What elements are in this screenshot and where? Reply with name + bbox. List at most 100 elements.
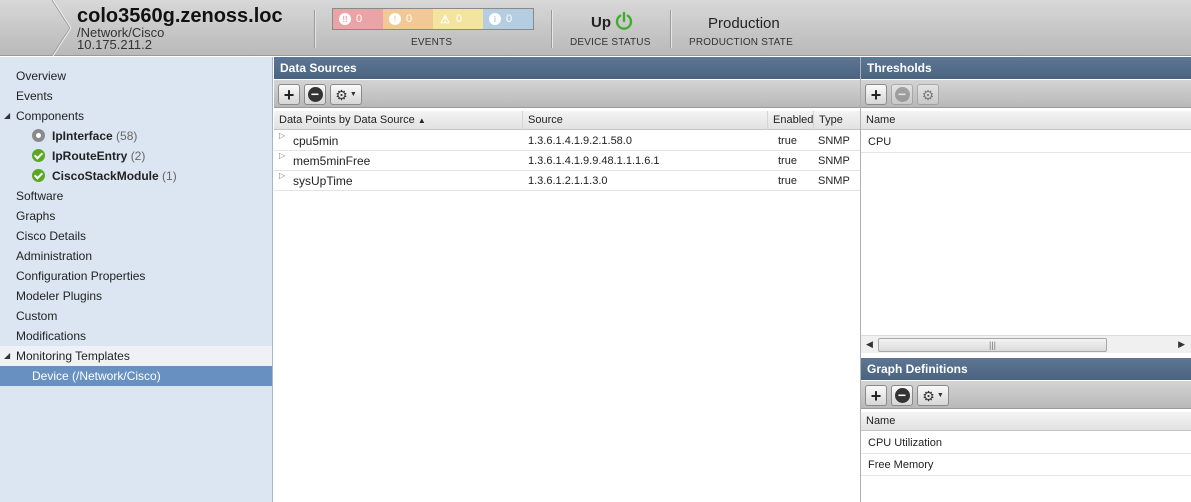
- event-rainbow[interactable]: !! 0 ! 0 ⚠ 0 i 0: [332, 8, 534, 30]
- event-critical[interactable]: !! 0: [333, 9, 383, 29]
- datasource-name: mem5minFree: [293, 154, 371, 168]
- status-ok-icon: [32, 169, 45, 182]
- left-navigation: Overview Events ◢ Components IpInterface…: [0, 57, 273, 502]
- device-status-value: Up: [591, 14, 611, 31]
- graph-actions-button[interactable]: ⚙ ▼: [917, 385, 949, 406]
- collapse-triangle-icon[interactable]: ◢: [4, 106, 10, 126]
- delete-graph-button[interactable]: −: [891, 385, 913, 406]
- column-header-name[interactable]: Name: [861, 412, 1191, 431]
- nav-overview[interactable]: Overview: [0, 66, 272, 86]
- column-header-enabled[interactable]: Enabled: [768, 111, 814, 130]
- nav-configuration-properties[interactable]: Configuration Properties: [0, 266, 272, 286]
- nav-software[interactable]: Software: [0, 186, 272, 206]
- component-name: CiscoStackModule: [52, 169, 159, 183]
- nav-label: Graphs: [16, 209, 56, 223]
- table-row[interactable]: Free Memory: [861, 454, 1191, 476]
- nav-template-device[interactable]: Device (/Network/Cisco): [0, 366, 272, 386]
- nav-events[interactable]: Events: [0, 86, 272, 106]
- thresholds-title: Thresholds: [861, 57, 1191, 79]
- thresholds-grid-header: Name: [861, 111, 1191, 130]
- column-header-source[interactable]: Source: [523, 111, 768, 130]
- datasource-type: SNMP: [818, 135, 850, 147]
- nav-label: Software: [16, 189, 64, 203]
- event-info[interactable]: i 0: [483, 9, 533, 29]
- chevron-down-icon: ▼: [936, 392, 944, 399]
- expand-triangle-icon[interactable]: ▷: [279, 131, 285, 140]
- nav-modeler-plugins[interactable]: Modeler Plugins: [0, 286, 272, 306]
- datasource-source: 1.3.6.1.4.1.9.9.48.1.1.1.6.1: [528, 155, 660, 167]
- datasource-enabled: true: [778, 175, 797, 187]
- error-icon: !: [389, 13, 401, 25]
- chevron-down-icon: ▼: [349, 91, 357, 98]
- datasource-type: SNMP: [818, 155, 850, 167]
- plus-icon: +: [870, 84, 882, 105]
- header-divider: [670, 10, 671, 48]
- event-warning[interactable]: ⚠ 0: [433, 9, 483, 29]
- datasource-source: 1.3.6.1.2.1.1.3.0: [528, 175, 608, 187]
- table-row[interactable]: CPU Utilization: [861, 432, 1191, 454]
- critical-icon: !!: [339, 13, 351, 25]
- threshold-name: CPU: [868, 136, 892, 148]
- column-header-name[interactable]: Name: [861, 111, 1191, 130]
- nav-label: Custom: [16, 309, 58, 323]
- scrollbar-thumb[interactable]: |||: [878, 338, 1107, 352]
- events-label: EVENTS: [411, 37, 453, 48]
- component-count: (58): [116, 129, 138, 143]
- nav-graphs[interactable]: Graphs: [0, 206, 272, 226]
- nav-label: Administration: [16, 249, 93, 263]
- device-ip: 10.175.211.2: [77, 37, 152, 52]
- component-count: (1): [162, 169, 177, 183]
- scroll-left-icon[interactable]: ◀: [866, 339, 873, 350]
- nav-cisco-details[interactable]: Cisco Details: [0, 226, 272, 246]
- scroll-right-icon[interactable]: ▶: [1178, 339, 1185, 350]
- datasource-name: cpu5min: [293, 134, 339, 148]
- add-graph-button[interactable]: +: [865, 385, 887, 406]
- delete-datasource-button[interactable]: −: [304, 84, 326, 105]
- nav-component-ipinterface[interactable]: IpInterface (58): [0, 126, 272, 146]
- delete-threshold-button[interactable]: −: [891, 84, 913, 105]
- graph-definitions-title: Graph Definitions: [861, 358, 1191, 380]
- nav-component-iprouteentry[interactable]: IpRouteEntry (2): [0, 146, 272, 166]
- nav-component-ciscostackmodule[interactable]: CiscoStackModule (1): [0, 166, 272, 186]
- nav-components[interactable]: ◢ Components: [0, 106, 272, 126]
- event-error[interactable]: ! 0: [383, 9, 433, 29]
- device-status-label: DEVICE STATUS: [570, 37, 651, 48]
- minus-icon: −: [894, 388, 910, 403]
- event-info-count: 0: [506, 13, 513, 25]
- column-header-type[interactable]: Type: [814, 111, 860, 130]
- nav-monitoring-templates[interactable]: ◢ Monitoring Templates: [0, 346, 272, 366]
- nav-label: Modifications: [16, 329, 87, 343]
- status-ok-icon: [32, 149, 45, 162]
- datasource-enabled: true: [778, 155, 797, 167]
- component-name: IpRouteEntry: [52, 149, 128, 163]
- add-threshold-button[interactable]: +: [865, 84, 887, 105]
- thresholds-horizontal-scrollbar[interactable]: ◀ ||| ▶: [861, 335, 1191, 353]
- table-row[interactable]: CPU: [861, 131, 1191, 153]
- datasource-actions-button[interactable]: ⚙ ▼: [330, 84, 362, 105]
- plus-icon: +: [283, 84, 295, 105]
- collapse-triangle-icon[interactable]: ◢: [4, 346, 10, 366]
- header-divider: [314, 10, 315, 48]
- nav-label: Device (/Network/Cisco): [32, 369, 161, 383]
- threshold-settings-button[interactable]: ⚙: [917, 84, 939, 105]
- nav-custom[interactable]: Custom: [0, 306, 272, 326]
- nav-label: Components: [16, 109, 85, 123]
- column-header-datapoints[interactable]: Data Points by Data Source ▲: [274, 111, 523, 130]
- nav-label: Cisco Details: [16, 229, 87, 243]
- table-row[interactable]: ▷ mem5minFree 1.3.6.1.4.1.9.9.48.1.1.1.6…: [274, 151, 860, 171]
- nav-administration[interactable]: Administration: [0, 246, 272, 266]
- table-row[interactable]: ▷ sysUpTime 1.3.6.1.2.1.1.3.0 true SNMP: [274, 171, 860, 191]
- device-name: colo3560g.zenoss.loc: [77, 5, 283, 27]
- expand-triangle-icon[interactable]: ▷: [279, 171, 285, 180]
- production-state-value[interactable]: Production: [708, 15, 780, 32]
- table-row[interactable]: ▷ cpu5min 1.3.6.1.4.1.9.2.1.58.0 true SN…: [274, 131, 860, 151]
- datasources-grid-header: Data Points by Data Source ▲ Source Enab…: [274, 111, 860, 130]
- expand-triangle-icon[interactable]: ▷: [279, 151, 285, 160]
- nav-modifications[interactable]: Modifications: [0, 326, 272, 346]
- gear-icon: ⚙: [335, 86, 348, 103]
- status-unknown-icon: [32, 129, 45, 142]
- nav-label: Overview: [16, 69, 67, 83]
- add-datasource-button[interactable]: +: [278, 84, 300, 105]
- warning-icon: ⚠: [440, 13, 450, 26]
- nav-label: Monitoring Templates: [16, 349, 130, 363]
